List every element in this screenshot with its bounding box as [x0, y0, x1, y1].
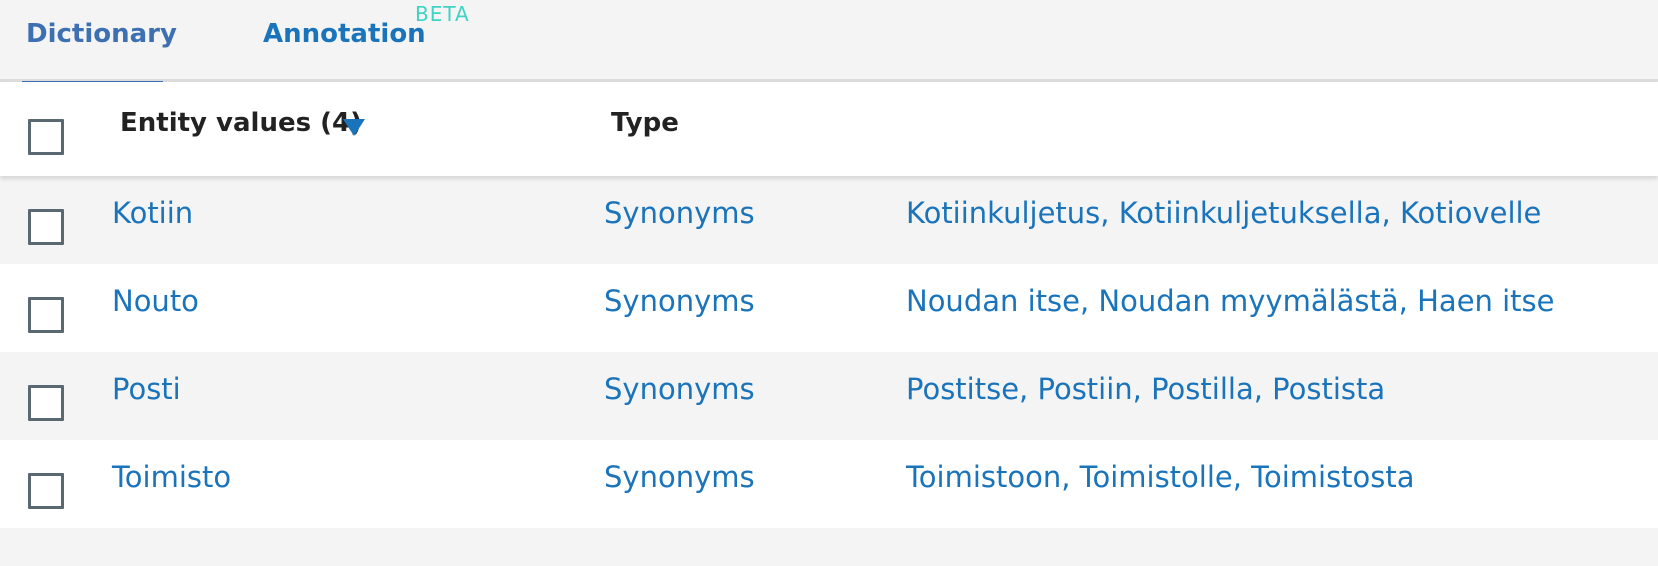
table-row[interactable]: Kotiin Synonyms Kotiinkuljetus, Kotiinku…	[0, 176, 1658, 264]
tab-dictionary[interactable]: Dictionary	[22, 0, 177, 85]
synonyms-list[interactable]: Toimistoon, Toimistolle, Toimistosta	[906, 460, 1415, 494]
row-checkbox[interactable]	[28, 473, 64, 509]
select-all-checkbox[interactable]	[28, 119, 64, 155]
column-header-type[interactable]: Type	[611, 108, 679, 138]
table-row[interactable]: Nouto Synonyms Noudan itse, Noudan myymä…	[0, 264, 1658, 352]
tab-dictionary-label: Dictionary	[26, 19, 177, 49]
column-header-entity-values[interactable]: Entity values (4)	[120, 108, 362, 138]
entity-value-link[interactable]: Nouto	[112, 284, 199, 318]
value-type[interactable]: Synonyms	[604, 196, 755, 230]
value-type[interactable]: Synonyms	[604, 372, 755, 406]
synonyms-list[interactable]: Kotiinkuljetus, Kotiinkuljetuksella, Kot…	[906, 196, 1541, 230]
entity-value-link[interactable]: Kotiin	[112, 196, 193, 230]
row-checkbox[interactable]	[28, 209, 64, 245]
value-type[interactable]: Synonyms	[604, 284, 755, 318]
tab-annotation-label: Annotation	[263, 19, 426, 49]
table-row[interactable]: Posti Synonyms Postitse, Postiin, Postil…	[0, 352, 1658, 440]
beta-badge: BETA	[415, 2, 470, 26]
entity-value-link[interactable]: Posti	[112, 372, 181, 406]
synonyms-list[interactable]: Noudan itse, Noudan myymälästä, Haen its…	[906, 284, 1555, 318]
value-type[interactable]: Synonyms	[604, 460, 755, 494]
synonyms-list[interactable]: Postitse, Postiin, Postilla, Postista	[906, 372, 1385, 406]
table-row[interactable]: Toimisto Synonyms Toimistoon, Toimistoll…	[0, 440, 1658, 528]
entity-value-link[interactable]: Toimisto	[112, 460, 231, 494]
row-checkbox[interactable]	[28, 297, 64, 333]
row-checkbox[interactable]	[28, 385, 64, 421]
sort-descending-icon[interactable]	[343, 119, 365, 136]
tab-bar: Dictionary Annotation BETA	[0, 0, 1658, 85]
tab-annotation[interactable]: Annotation BETA	[263, 0, 469, 82]
table-header: Entity values (4) Type	[0, 82, 1658, 176]
